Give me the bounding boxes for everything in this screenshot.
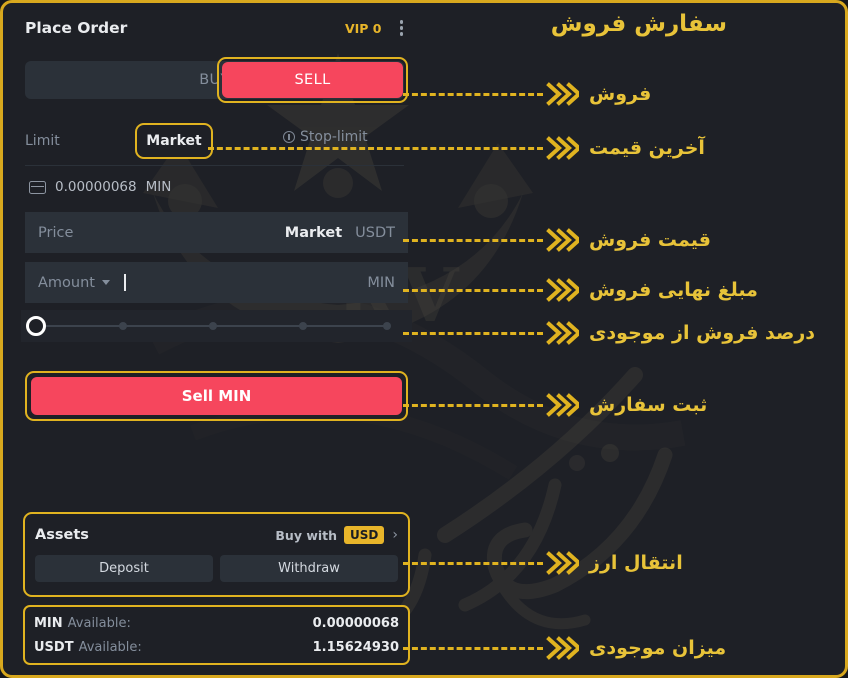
amount-placeholder: Amount <box>38 274 95 291</box>
annotation-last-price: آخرین قیمت <box>208 133 705 163</box>
annotation-label: آخرین قیمت <box>589 137 705 159</box>
buy-sell-toggle: BUY SELL <box>25 57 408 103</box>
annotation-place-order: ثبت سفارش <box>403 390 707 420</box>
more-vertical-icon[interactable] <box>399 20 403 36</box>
usd-currency-badge[interactable]: USD <box>344 526 385 544</box>
wallet-amount: 0.00000068 <box>55 179 137 195</box>
triple-chevron-right-icon <box>545 318 579 348</box>
withdraw-button[interactable]: Withdraw <box>220 555 398 582</box>
amount-input-field[interactable]: Amount MIN <box>25 262 408 303</box>
annotation-balance: میزان موجودی <box>403 633 726 663</box>
tab-market-highlight: Market <box>135 123 213 159</box>
balances-card: MIN Available: 0.00000068 USDT Available… <box>23 605 410 665</box>
sell-order-button[interactable]: Sell MIN <box>31 377 402 415</box>
assets-header: Assets Buy with USD › <box>35 522 398 548</box>
assets-card: Assets Buy with USD › Deposit Withdraw <box>23 512 410 597</box>
balance-label: Available: <box>67 615 131 631</box>
slider-tick-25[interactable] <box>119 322 127 330</box>
triple-chevron-right-icon <box>545 79 579 109</box>
slider-handle[interactable] <box>26 316 46 336</box>
triple-chevron-right-icon <box>545 548 579 578</box>
slider-tick-75[interactable] <box>299 322 307 330</box>
balance-label: Available: <box>78 639 142 655</box>
balance-value: 0.00000068 <box>312 615 399 631</box>
percent-slider[interactable] <box>21 310 412 342</box>
balance-symbol: MIN <box>34 615 63 631</box>
annotation-sell: فروش <box>403 79 651 109</box>
exchange-screenshot-frame: RV Place Order VIP 0 BUY SELL <box>0 0 848 678</box>
arrow-line <box>403 646 543 650</box>
annotation-sell-price: قیمت فروش <box>403 225 711 255</box>
annotation-sell-percent: درصد فروش از موجودی <box>403 318 815 348</box>
tab-market[interactable]: Market <box>146 133 201 149</box>
balance-row: MIN Available: 0.00000068 <box>34 611 399 635</box>
annotation-label: میزان موجودی <box>589 637 727 659</box>
place-order-panel: Place Order VIP 0 BUY SELL Limit Market … <box>11 9 415 673</box>
arrow-line <box>208 146 543 150</box>
balance-row: USDT Available: 1.15624930 <box>34 635 399 659</box>
deposit-button[interactable]: Deposit <box>35 555 213 582</box>
annotation-label: انتقال ارز <box>589 552 683 574</box>
price-mode-label: Market <box>284 224 343 241</box>
wallet-balance-row: 0.00000068 MIN <box>29 179 171 195</box>
annotation-label: درصد فروش از موجودی <box>589 322 816 344</box>
wallet-icon <box>29 180 46 194</box>
triple-chevron-right-icon <box>545 275 579 305</box>
arrow-line <box>403 403 543 407</box>
buy-with-label: Buy with <box>275 527 338 543</box>
balance-symbol: USDT <box>34 639 74 655</box>
arrow-line <box>403 561 543 565</box>
assets-actions: Deposit Withdraw <box>35 555 398 582</box>
chevron-right-icon[interactable]: › <box>392 527 398 543</box>
sell-tab-highlight: SELL <box>217 57 408 103</box>
triple-chevron-right-icon <box>545 633 579 663</box>
chevron-down-icon[interactable] <box>101 280 110 285</box>
annotation-title: سفارش فروش <box>550 11 727 37</box>
annotation-label: مبلغ نهایی فروش <box>589 279 758 301</box>
text-cursor <box>123 274 126 291</box>
arrow-line <box>403 238 543 242</box>
price-placeholder: Price <box>38 224 74 241</box>
arrow-line <box>403 331 543 335</box>
slider-tick-50[interactable] <box>209 322 217 330</box>
sell-tab[interactable]: SELL <box>222 62 403 98</box>
page-title: Place Order <box>25 19 128 37</box>
triple-chevron-right-icon <box>545 133 579 163</box>
vip-badge[interactable]: VIP 0 <box>345 21 382 36</box>
amount-unit-label: MIN <box>367 274 395 291</box>
price-unit-label: USDT <box>355 224 395 241</box>
tab-limit[interactable]: Limit <box>25 133 60 149</box>
submit-button-highlight: Sell MIN <box>25 371 408 421</box>
annotation-label: ثبت سفارش <box>589 394 708 416</box>
slider-tick-100[interactable] <box>383 322 391 330</box>
triple-chevron-right-icon <box>545 390 579 420</box>
annotation-label: فروش <box>589 83 652 105</box>
wallet-currency: MIN <box>145 179 172 195</box>
annotation-final-amount: مبلغ نهایی فروش <box>403 275 758 305</box>
assets-title: Assets <box>35 527 89 543</box>
price-input-field[interactable]: Price Market USDT <box>25 212 408 253</box>
arrow-line <box>403 92 543 96</box>
annotation-label: قیمت فروش <box>589 229 711 251</box>
slider-track <box>35 322 391 330</box>
arrow-line <box>403 288 543 292</box>
panel-header: Place Order VIP 0 <box>11 9 415 47</box>
triple-chevron-right-icon <box>545 225 579 255</box>
annotation-transfer: انتقال ارز <box>403 548 683 578</box>
divider <box>25 165 404 166</box>
balance-value: 1.15624930 <box>312 639 399 655</box>
